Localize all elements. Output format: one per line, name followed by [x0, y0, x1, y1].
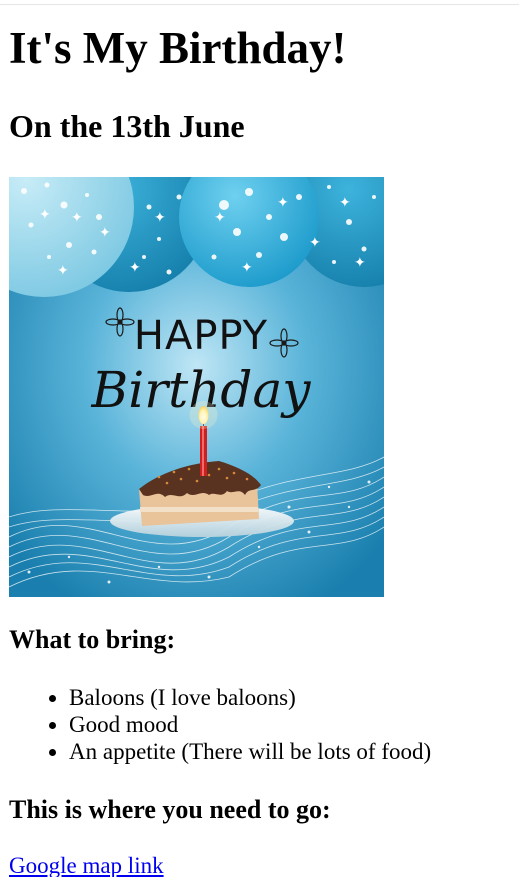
list-item-label: Baloons (I love baloons) [69, 685, 296, 710]
list-item: Baloons (I love baloons) [9, 684, 431, 711]
list-item-label: An appetite (There will be lots of food) [69, 739, 432, 764]
page-title: It's My Birthday! [9, 23, 347, 73]
list-item: Good mood [9, 711, 431, 738]
svg-text:✦: ✦ [129, 260, 141, 276]
bring-list: Baloons (I love baloons) Good mood An ap… [9, 684, 431, 765]
svg-text:✦: ✦ [71, 210, 83, 226]
svg-text:✦: ✦ [154, 210, 166, 226]
svg-text:✦: ✦ [277, 195, 289, 211]
bullet-icon [49, 749, 56, 756]
bring-heading: What to bring: [9, 625, 176, 654]
happy-text: HAPPY [134, 313, 268, 359]
page-subtitle: On the 13th June [9, 108, 245, 144]
bullet-icon [49, 695, 56, 702]
list-item: An appetite (There will be lots of food) [9, 738, 431, 765]
bullet-icon [49, 722, 56, 729]
birthday-cake-image: ✦ ✦ ✦ ✦ ✦ ✦ ✦ ✦ ✦ ✦ ✦ ✦ HAPPY Birthday [9, 177, 384, 597]
svg-text:✦: ✦ [339, 195, 351, 211]
directions-heading: This is where you need to go: [9, 795, 331, 824]
svg-text:✦: ✦ [99, 225, 111, 241]
google-map-link[interactable]: Google map link [9, 852, 164, 877]
svg-text:✦: ✦ [241, 260, 253, 276]
svg-text:✦: ✦ [354, 255, 366, 271]
svg-text:✦: ✦ [309, 235, 321, 251]
browser-top-edge [0, 0, 519, 5]
svg-text:✦: ✦ [57, 263, 69, 279]
svg-text:✦: ✦ [214, 210, 226, 226]
svg-text:✦: ✦ [39, 207, 51, 223]
list-item-label: Good mood [69, 712, 179, 737]
